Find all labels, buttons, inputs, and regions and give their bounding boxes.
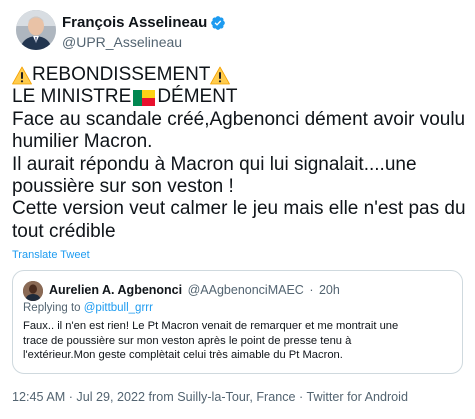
replying-to-label: Replying to [23, 302, 81, 314]
tweet-verb: DÉMENT [157, 86, 238, 108]
quoted-header: Aurelien A. Agbenonci @AAgbenonciMAEC · … [49, 282, 340, 298]
benin-flag-icon [133, 89, 156, 106]
tweet-subject: LE MINISTRE [12, 86, 132, 108]
quoted-replying-to: Replying to @pittbull_grrr [23, 301, 153, 315]
tweet-date[interactable]: Jul 29, 2022 [76, 390, 145, 404]
quoted-separator: · [309, 283, 314, 297]
tweet-headline: REBONDISSEMENT [32, 64, 211, 85]
translate-tweet-link[interactable]: Translate Tweet [12, 249, 90, 261]
verified-badge-icon [210, 15, 226, 31]
quoted-line-3: l'extérieur.Mon geste complètait celui t… [23, 349, 343, 362]
tweet-line-3: Face au scandale créé,Agbenonci dément a… [12, 108, 466, 130]
tweet-source-app[interactable]: Twitter for Android [306, 390, 408, 404]
tweet-line-5: Il aurait répondu à Macron qui lui signa… [12, 153, 417, 175]
meta-separator: · [295, 390, 307, 404]
author-name[interactable]: François Asselineau [62, 14, 207, 32]
replying-to-mention[interactable]: @pittbull_grrr [84, 302, 153, 314]
quoted-author-avatar[interactable] [23, 281, 43, 301]
tweet-line-6: poussière sur son veston ! [12, 176, 234, 198]
tweet: François Asselineau @UPR_Asselineau REBO… [0, 0, 475, 419]
tweet-line-8: tout crédible [12, 220, 116, 242]
quoted-text: Faux.. il n'en est rien! Le Pt Macron ve… [23, 319, 455, 363]
tweet-line-2: LE MINISTRE DÉMENT [12, 86, 467, 108]
tweet-meta: 12:45 AM · Jul 29, 2022 from Suilly-la-T… [12, 390, 408, 404]
quoted-author-handle[interactable]: @AAgbenonciMAEC [188, 283, 304, 297]
tweet-text: REBONDISSEMENT LE MINISTRE DÉMENT Face a… [12, 64, 467, 243]
quoted-author-name[interactable]: Aurelien A. Agbenonci [49, 283, 182, 297]
quoted-avatar-photo [23, 281, 43, 301]
tweet-line-1: REBONDISSEMENT [12, 64, 467, 86]
quoted-line-2: trace de poussière sur mon veston après … [23, 334, 352, 347]
meta-separator: · [65, 390, 77, 404]
author-handle[interactable]: @UPR_Asselineau [62, 33, 226, 51]
avatar-photo [16, 10, 56, 50]
quoted-line-1: Faux.. il n'en est rien! Le Pt Macron ve… [23, 320, 399, 332]
author-avatar[interactable] [16, 10, 56, 50]
warning-icon [210, 66, 231, 85]
tweet-time[interactable]: 12:45 AM [12, 390, 65, 404]
quoted-time[interactable]: 20h [319, 283, 340, 297]
tweet-line-4: humilier Macron. [12, 131, 153, 153]
quoted-tweet[interactable]: Aurelien A. Agbenonci @AAgbenonciMAEC · … [12, 270, 463, 374]
author-block[interactable]: François Asselineau @UPR_Asselineau [62, 14, 226, 51]
warning-icon [12, 66, 32, 85]
tweet-line-7: Cette version veut calmer le jeu mais el… [12, 198, 466, 220]
tweet-location: from Suilly-la-Tour, France [148, 390, 296, 404]
